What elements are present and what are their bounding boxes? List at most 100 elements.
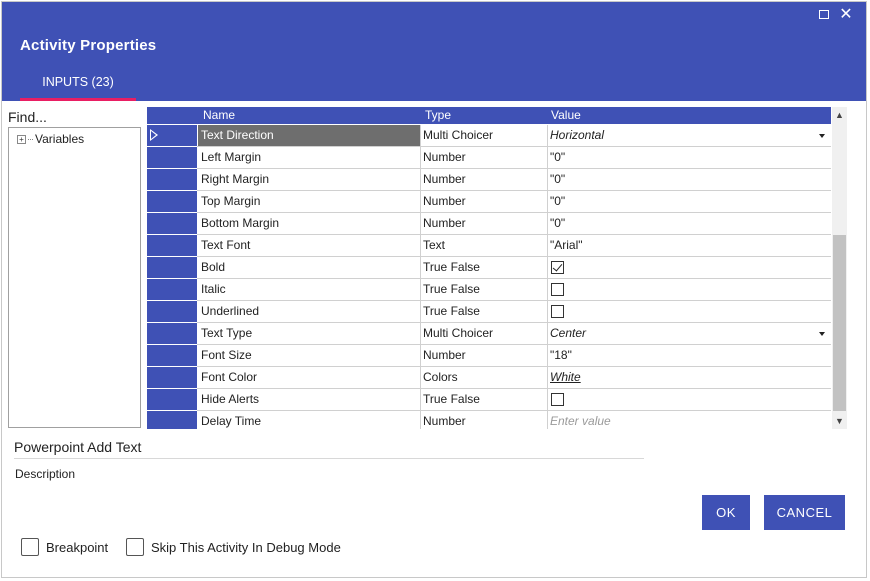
column-header-name[interactable]: Name bbox=[203, 108, 235, 123]
row-header[interactable] bbox=[147, 323, 197, 345]
table-row[interactable]: Text Direction Multi Choicer Horizontal bbox=[147, 125, 831, 147]
column-header-value[interactable]: Value bbox=[551, 108, 581, 123]
skip-debug-checkbox[interactable]: Skip This Activity In Debug Mode bbox=[126, 538, 341, 556]
variables-tree[interactable]: + Variables bbox=[8, 127, 141, 428]
property-type-cell[interactable]: True False bbox=[420, 279, 547, 300]
table-row[interactable]: Bottom Margin Number "0" bbox=[147, 213, 831, 235]
property-type-cell[interactable]: Number bbox=[420, 191, 547, 212]
tree-item-label: Variables bbox=[35, 132, 85, 146]
color-value-link[interactable]: White bbox=[550, 370, 581, 384]
property-value-dropdown[interactable]: Center bbox=[547, 323, 831, 344]
table-row[interactable]: Bold True False bbox=[147, 257, 831, 279]
property-name-cell[interactable]: Text Type bbox=[198, 323, 420, 344]
chevron-down-icon[interactable] bbox=[819, 332, 825, 336]
property-name-cell[interactable]: Italic bbox=[198, 279, 420, 300]
row-header[interactable] bbox=[147, 257, 197, 279]
property-value-input[interactable]: Enter value bbox=[547, 411, 831, 429]
property-name-cell[interactable]: Right Margin bbox=[198, 169, 420, 190]
scroll-down-icon[interactable]: ▼ bbox=[832, 413, 847, 429]
property-value-cell[interactable]: "0" bbox=[547, 191, 831, 212]
row-header[interactable] bbox=[147, 235, 197, 257]
row-header[interactable] bbox=[147, 279, 197, 301]
property-name-cell[interactable]: Left Margin bbox=[198, 147, 420, 168]
grid-scrollbar[interactable]: ▲ ▼ bbox=[832, 107, 847, 429]
row-header[interactable] bbox=[147, 169, 197, 191]
property-name-cell[interactable]: Text Direction bbox=[198, 125, 420, 146]
description-label[interactable]: Description bbox=[15, 467, 75, 481]
property-value-dropdown[interactable]: Horizontal bbox=[547, 125, 831, 146]
property-type-cell[interactable]: Colors bbox=[420, 367, 547, 388]
table-row[interactable]: Font Color Colors White bbox=[147, 367, 831, 389]
checkbox-icon[interactable] bbox=[21, 538, 39, 556]
expand-icon[interactable]: + bbox=[17, 134, 26, 144]
checked-checkbox-icon[interactable] bbox=[551, 261, 564, 274]
row-header[interactable] bbox=[147, 345, 197, 367]
table-row[interactable]: Right Margin Number "0" bbox=[147, 169, 831, 191]
property-type-cell[interactable]: True False bbox=[420, 257, 547, 278]
property-value-checkbox-cell[interactable] bbox=[547, 279, 831, 300]
scroll-up-icon[interactable]: ▲ bbox=[832, 107, 847, 123]
table-row[interactable]: Font Size Number "18" bbox=[147, 345, 831, 367]
property-name-cell[interactable]: Delay Time bbox=[198, 411, 420, 429]
table-row[interactable]: Underlined True False bbox=[147, 301, 831, 323]
property-name-cell[interactable]: Bold bbox=[198, 257, 420, 278]
chevron-down-icon[interactable] bbox=[819, 134, 825, 138]
property-value-cell[interactable]: "0" bbox=[547, 147, 831, 168]
row-header[interactable] bbox=[147, 147, 197, 169]
property-type-cell[interactable]: Multi Choicer bbox=[420, 323, 547, 344]
table-row[interactable]: Text Type Multi Choicer Center bbox=[147, 323, 831, 345]
tab-inputs-label: INPUTS (23) bbox=[42, 75, 114, 89]
table-row[interactable]: Left Margin Number "0" bbox=[147, 147, 831, 169]
row-header[interactable] bbox=[147, 213, 197, 235]
scrollbar-thumb[interactable] bbox=[833, 235, 846, 411]
property-name-cell[interactable]: Font Color bbox=[198, 367, 420, 388]
row-header[interactable] bbox=[147, 411, 197, 429]
table-row[interactable]: Top Margin Number "0" bbox=[147, 191, 831, 213]
property-type-cell[interactable]: Number bbox=[420, 345, 547, 366]
column-header-type[interactable]: Type bbox=[425, 108, 451, 123]
checkbox-icon[interactable] bbox=[126, 538, 144, 556]
property-name-cell[interactable]: Underlined bbox=[198, 301, 420, 322]
table-row[interactable]: Italic True False bbox=[147, 279, 831, 301]
close-icon[interactable]: ✕ bbox=[837, 6, 855, 24]
property-name-cell[interactable]: Font Size bbox=[198, 345, 420, 366]
property-type-cell[interactable]: Text bbox=[420, 235, 547, 256]
row-header[interactable] bbox=[147, 125, 197, 147]
table-row[interactable]: Text Font Text "Arial" bbox=[147, 235, 831, 257]
property-value-checkbox-cell[interactable] bbox=[547, 301, 831, 322]
table-row[interactable]: Delay Time Number Enter value bbox=[147, 411, 831, 429]
maximize-icon[interactable] bbox=[815, 6, 833, 24]
property-type-cell[interactable]: Number bbox=[420, 147, 547, 168]
row-header[interactable] bbox=[147, 389, 197, 411]
find-label[interactable]: Find... bbox=[8, 107, 142, 127]
breakpoint-checkbox[interactable]: Breakpoint bbox=[21, 538, 108, 556]
property-name-cell[interactable]: Text Font bbox=[198, 235, 420, 256]
ok-button[interactable]: OK bbox=[702, 495, 750, 530]
tree-item-variables[interactable]: + Variables bbox=[17, 132, 84, 146]
row-header[interactable] bbox=[147, 301, 197, 323]
property-type-cell[interactable]: Number bbox=[420, 169, 547, 190]
property-type-cell[interactable]: Number bbox=[420, 411, 547, 429]
property-value-checkbox-cell[interactable] bbox=[547, 389, 831, 410]
tab-inputs[interactable]: INPUTS (23) bbox=[20, 74, 136, 101]
property-value-color[interactable]: White bbox=[547, 367, 831, 388]
row-header[interactable] bbox=[147, 367, 197, 389]
property-value-cell[interactable]: "0" bbox=[547, 213, 831, 234]
property-value-checkbox-cell[interactable] bbox=[547, 257, 831, 278]
property-value-cell[interactable]: "18" bbox=[547, 345, 831, 366]
property-name-cell[interactable]: Bottom Margin bbox=[198, 213, 420, 234]
property-type-cell[interactable]: True False bbox=[420, 301, 547, 322]
property-value-cell[interactable]: "0" bbox=[547, 169, 831, 190]
row-header[interactable] bbox=[147, 191, 197, 213]
property-value-cell[interactable]: "Arial" bbox=[547, 235, 831, 256]
checkbox-icon[interactable] bbox=[551, 393, 564, 406]
property-type-cell[interactable]: True False bbox=[420, 389, 547, 410]
checkbox-icon[interactable] bbox=[551, 305, 564, 318]
property-name-cell[interactable]: Hide Alerts bbox=[198, 389, 420, 410]
property-type-cell[interactable]: Number bbox=[420, 213, 547, 234]
cancel-button[interactable]: CANCEL bbox=[764, 495, 845, 530]
property-name-cell[interactable]: Top Margin bbox=[198, 191, 420, 212]
table-row[interactable]: Hide Alerts True False bbox=[147, 389, 831, 411]
property-type-cell[interactable]: Multi Choicer bbox=[420, 125, 547, 146]
checkbox-icon[interactable] bbox=[551, 283, 564, 296]
